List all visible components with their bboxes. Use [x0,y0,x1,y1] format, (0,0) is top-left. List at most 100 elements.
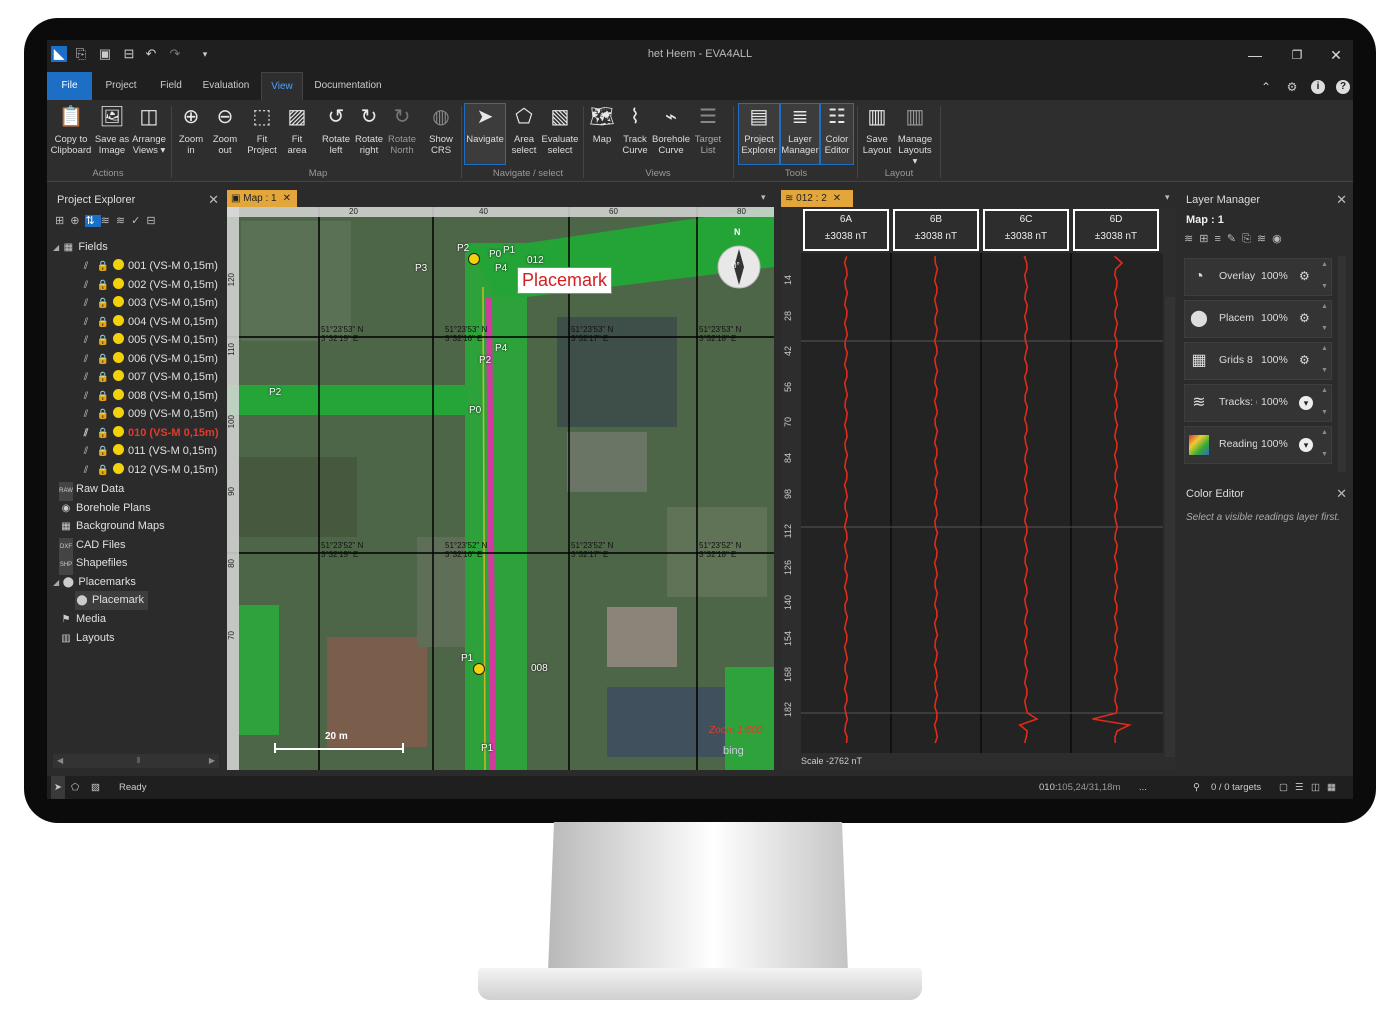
view-dropdown-icon[interactable]: ▾ [761,192,766,203]
fit-area-button[interactable]: ▨ Fit area [281,104,313,164]
layout-single-icon[interactable]: ▢ [1279,776,1288,799]
tab-map[interactable]: ▣ Map : 1 ✕ [227,190,297,207]
tree-node-fields[interactable]: ◢ ▦ Fields [53,238,108,257]
color-editor-button[interactable]: ☷ Color Editor [820,103,854,165]
dropdown-icon[interactable]: ▾ [1299,438,1313,452]
close-panel-icon[interactable]: ✕ [1336,192,1347,208]
layer-row[interactable]: ◔ Overlay 100% ⚙ ▲ ▼ [1184,258,1332,296]
minimize-icon[interactable]: — [1243,46,1267,64]
tree-node-placemark[interactable]: ⬤ Placemark [75,591,148,610]
track-start-marker[interactable] [468,253,480,265]
zoom-in-button[interactable]: ⊕ Zoom in [175,104,207,164]
tracks-icon[interactable]: ≋ [101,215,116,227]
pointer-tool-icon[interactable]: ➤ [51,776,65,799]
save-project-icon[interactable]: ▣ [97,46,113,62]
tree-node-raw-data[interactable]: RAW Raw Data [59,480,124,501]
move-up-icon[interactable]: ▲ [1321,429,1328,436]
field-item[interactable]: ⫽ 🔒 010 (VS-M 0,15m) [79,424,218,443]
move-up-icon[interactable]: ▲ [1321,345,1328,352]
tree-node-shapefiles[interactable]: SHP Shapefiles [59,554,127,575]
tab-view[interactable]: View [261,72,303,100]
layer-row[interactable]: ▦ Grids 8 100% ⚙ ▲ ▼ [1184,342,1332,380]
manage-layouts-button[interactable]: ▥ Manage Layouts ▾ [895,104,935,167]
layer-settings-icon[interactable]: ⚙ [1299,311,1310,325]
tracks-icon[interactable]: ≋ [1184,233,1199,245]
layer-row[interactable]: ⬤ Placem 100% ⚙ ▲ ▼ [1184,300,1332,338]
maximize-icon[interactable]: ❐ [1285,46,1309,64]
help-icon[interactable]: ? [1336,80,1350,94]
close-panel-icon[interactable]: ✕ [1336,486,1347,502]
move-down-icon[interactable]: ▼ [1321,409,1328,416]
close-tab-icon[interactable]: ✕ [833,193,841,204]
check-icon[interactable]: ✓ [131,215,146,227]
copy-to-clipboard-button[interactable]: 📋 Copy to Clipboard [50,104,92,164]
project-explorer-button[interactable]: ▤ Project Explorer [738,103,780,165]
channel-header[interactable]: 6C ±3038 nT [983,209,1069,251]
save-layout-button[interactable]: ▥ Save Layout [861,104,893,164]
view-dropdown-icon[interactable]: ▾ [1165,192,1170,203]
channel-header[interactable]: 6B ±3038 nT [893,209,979,251]
evaluate-tool-icon[interactable]: ▧ [91,776,100,799]
field-item[interactable]: ⫽ 🔒 005 (VS-M 0,15m) [79,331,218,350]
tab-documentation[interactable]: Documentation [309,72,387,100]
field-item[interactable]: ⫽ 🔒 012 (VS-M 0,15m) [79,461,218,480]
move-down-icon[interactable]: ▼ [1321,283,1328,290]
navigate-button[interactable]: ➤ Navigate [464,103,506,165]
edit-icon[interactable]: ✎ [1227,233,1242,245]
layout-grid-icon[interactable]: ▦ [1327,776,1336,799]
area-select-button[interactable]: ⬠ Area select [507,104,541,164]
tree-node-borehole-plans[interactable]: ◉ Borehole Plans [59,499,151,518]
tree-node-layouts[interactable]: ▥ Layouts [59,629,114,648]
copy-icon[interactable]: ⎘ [1242,233,1257,245]
field-item[interactable]: ⫽ 🔒 009 (VS-M 0,15m) [79,405,218,424]
info-icon[interactable]: i [1311,80,1325,94]
collapse-ribbon-icon[interactable]: ⌃ [1259,80,1273,94]
field-item[interactable]: ⫽ 🔒 003 (VS-M 0,15m) [79,294,218,313]
layers-icon[interactable]: ≡ [1214,233,1226,245]
save-as-image-button[interactable]: 🖼 Save as Image [93,104,131,164]
tree-node-background-maps[interactable]: ▦ Background Maps [59,517,164,536]
open-project-icon[interactable]: ⎘ [73,46,89,62]
tab-evaluation[interactable]: Evaluation [197,72,255,100]
tree-node-cad-files[interactable]: DXF CAD Files [59,536,126,556]
layer-settings-icon[interactable]: ⚙ [1299,353,1310,367]
add-icon[interactable]: ⊕ [70,215,85,227]
settings-icon[interactable]: ⚙ [1285,80,1299,94]
zoom-out-button[interactable]: ⊖ Zoom out [209,104,241,164]
move-up-icon[interactable]: ▲ [1321,303,1328,310]
fit-project-button[interactable]: ⬚ Fit Project [245,104,279,164]
dropdown-icon[interactable]: ▾ [1299,396,1313,410]
rotate-right-button[interactable]: ↻ Rotate right [353,104,385,164]
move-down-icon[interactable]: ▼ [1321,367,1328,374]
move-up-icon[interactable]: ▲ [1321,387,1328,394]
undo-icon[interactable]: ↶ [143,46,159,62]
evaluate-select-button[interactable]: ▧ Evaluate select [541,104,579,164]
tab-file[interactable]: File [47,72,92,100]
field-item[interactable]: ⫽ 🔒 004 (VS-M 0,15m) [79,313,218,332]
field-item[interactable]: ⫽ 🔒 011 (VS-M 0,15m) [79,442,217,461]
close-panel-icon[interactable]: ✕ [208,192,219,208]
channel-header[interactable]: 6D ±3038 nT [1073,209,1159,251]
layer-row[interactable]: ▩ Reading 100% ▾ ▲ ▼ [1184,426,1332,464]
field-item[interactable]: ⫽ 🔒 007 (VS-M 0,15m) [79,368,218,387]
layer-row[interactable]: ≋ Tracks: (100% ▾ ▲ ▼ [1184,384,1332,422]
tree-icon[interactable]: ⊟ [146,215,161,227]
field-item[interactable]: ⫽ 🔒 006 (VS-M 0,15m) [79,350,218,369]
record-icon[interactable]: ◉ [1272,233,1288,245]
field-item[interactable]: ⫽ 🔒 002 (VS-M 0,15m) [79,276,218,295]
map-view[interactable]: 20 40 60 80 120 110 100 90 80 70 51°23'53" N 3°32… [227,207,774,770]
target-list-button[interactable]: ☰ Target List [693,104,723,164]
layer-scrollbar[interactable] [1338,256,1346,472]
layers-add-icon[interactable]: ⊞ [1199,233,1214,245]
move-down-icon[interactable]: ▼ [1321,451,1328,458]
track-curve-view[interactable]: 6A ±3038 nT 6B ±3038 nT 6C ±3038 nT 6D ±3038 nT… [781,207,1176,770]
close-icon[interactable]: ✕ [1324,46,1348,64]
tab-track-curve[interactable]: ≋ 012 : 2 ✕ [781,190,853,207]
close-tab-icon[interactable]: ✕ [283,193,291,204]
horizontal-scrollbar[interactable]: ◀ ⦀ ▶ [53,754,219,768]
layer-settings-icon[interactable]: ⚙ [1299,269,1310,283]
show-crs-button[interactable]: ◍ Show CRS [425,104,457,164]
layout-columns-icon[interactable]: ◫ [1311,776,1320,799]
vertical-scrollbar[interactable] [1165,297,1175,757]
lines-icon[interactable]: ≋ [116,215,131,227]
